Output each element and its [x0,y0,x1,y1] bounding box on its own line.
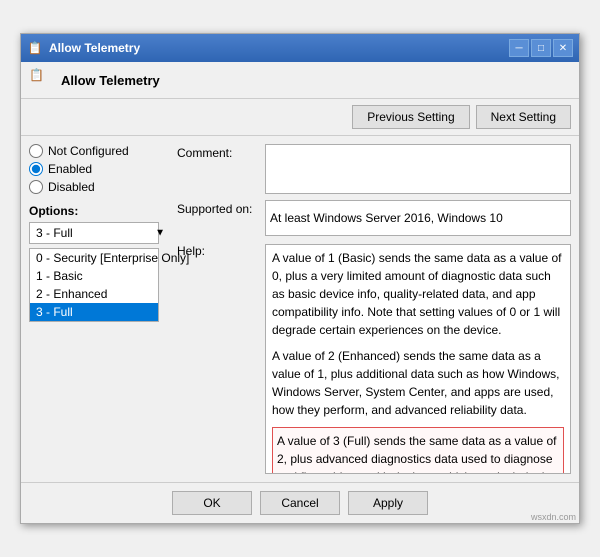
comment-row: Comment: [177,144,571,194]
ok-button[interactable]: OK [172,491,252,515]
options-label: Options: [29,204,169,218]
radio-disabled[interactable]: Disabled [29,180,169,194]
toolbar: Previous Setting Next Setting [21,99,579,136]
footer: OK Cancel Apply [21,482,579,523]
next-setting-button[interactable]: Next Setting [476,105,571,129]
radio-enabled-input[interactable] [29,162,43,176]
list-item-enhanced[interactable]: 2 - Enhanced [30,285,158,303]
radio-not-configured-label: Not Configured [48,144,129,158]
radio-not-configured[interactable]: Not Configured [29,144,169,158]
help-paragraph-2: A value of 2 (Enhanced) sends the same d… [272,347,564,419]
radio-not-configured-input[interactable] [29,144,43,158]
radio-group: Not Configured Enabled Disabled [29,144,169,194]
options-listbox: 0 - Security [Enterprise Only] 1 - Basic… [29,248,159,322]
supported-label: Supported on: [177,202,257,216]
radio-enabled-label: Enabled [48,162,92,176]
list-item-security[interactable]: 0 - Security [Enterprise Only] [30,249,158,267]
cancel-button[interactable]: Cancel [260,491,340,515]
previous-setting-button[interactable]: Previous Setting [352,105,469,129]
main-content: Not Configured Enabled Disabled Options:… [21,136,579,482]
supported-value: At least Windows Server 2016, Windows 10 [265,200,571,236]
minimize-button[interactable]: ─ [509,39,529,57]
radio-disabled-input[interactable] [29,180,43,194]
supported-row: Supported on: At least Windows Server 20… [177,200,571,236]
header-title: Allow Telemetry [61,73,160,88]
list-item-full[interactable]: 3 - Full [30,303,158,321]
apply-button[interactable]: Apply [348,491,428,515]
radio-enabled[interactable]: Enabled [29,162,169,176]
options-dropdown[interactable]: 3 - Full 0 - Security [Enterprise Only] … [29,222,159,244]
title-bar: 📋 Allow Telemetry ─ □ ✕ [21,34,579,62]
window-icon: 📋 [27,40,43,56]
close-button[interactable]: ✕ [553,39,573,57]
list-item-basic[interactable]: 1 - Basic [30,267,158,285]
dropdown-wrapper: 3 - Full 0 - Security [Enterprise Only] … [29,222,169,244]
help-label: Help: [177,244,257,474]
radio-disabled-label: Disabled [48,180,95,194]
header-icon: 📋 [29,68,53,92]
help-section: Help: A value of 1 (Basic) sends the sam… [177,244,571,474]
maximize-button[interactable]: □ [531,39,551,57]
right-panel: Comment: Supported on: At least Windows … [177,144,571,474]
window-title: Allow Telemetry [49,41,140,55]
header-bar: 📋 Allow Telemetry [21,62,579,99]
help-content-box[interactable]: A value of 1 (Basic) sends the same data… [265,244,571,474]
comment-label: Comment: [177,146,257,160]
help-paragraph-3-highlighted: A value of 3 (Full) sends the same data … [272,427,564,474]
comment-textarea[interactable] [265,144,571,194]
watermark: wsxdn.com [531,512,576,522]
help-paragraph-1: A value of 1 (Basic) sends the same data… [272,249,564,339]
left-panel: Not Configured Enabled Disabled Options:… [29,144,169,474]
window-controls: ─ □ ✕ [509,39,573,57]
